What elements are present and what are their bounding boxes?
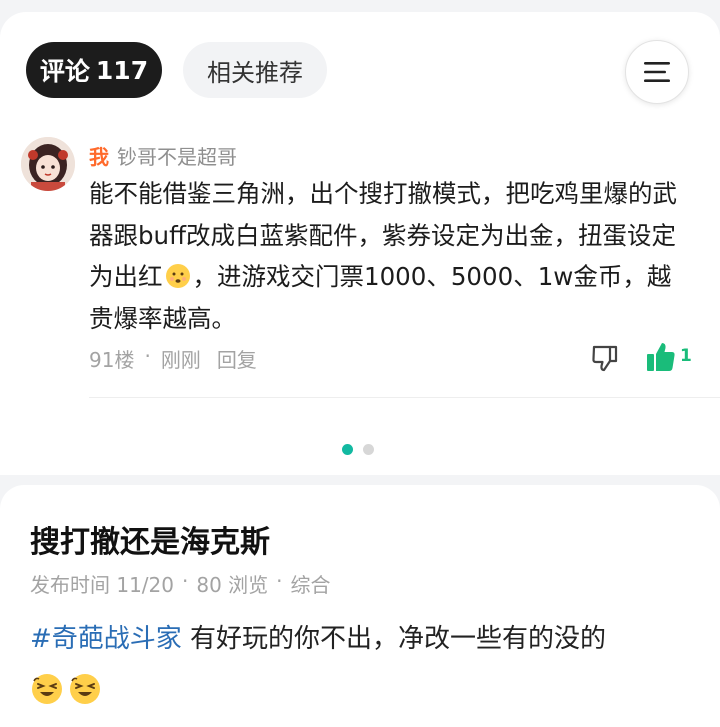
post-body: #奇葩战斗家 有好玩的你不出，净改一些有的没的 <box>30 616 710 662</box>
comment-floor: 91楼 <box>89 348 135 372</box>
meta-separator: · <box>144 344 151 368</box>
reply-button[interactable]: 回复 <box>217 344 257 373</box>
emoji-row <box>30 672 102 706</box>
divider <box>89 397 720 398</box>
meta-separator: · <box>182 569 189 593</box>
hamburger-menu-icon <box>644 62 670 82</box>
comment-author[interactable]: 我 <box>89 141 109 170</box>
post-category[interactable]: 综合 <box>291 569 331 598</box>
comment-time: 刚刚 <box>160 348 201 372</box>
tab-comments[interactable]: 评论 117 <box>26 42 162 98</box>
pager-dot[interactable] <box>363 444 374 455</box>
avatar[interactable] <box>21 137 75 191</box>
tab-comments-count: 117 <box>95 55 149 85</box>
post-body-text: 有好玩的你不出，净改一些有的没的 <box>181 624 607 654</box>
smirk-emoji-icon <box>165 264 190 288</box>
tab-related-label: 相关推荐 <box>207 58 303 87</box>
thumbs-down-icon[interactable] <box>589 342 621 374</box>
hashtag-link[interactable]: #奇葩战斗家 <box>30 624 182 654</box>
thumbs-up-icon[interactable] <box>644 340 678 374</box>
squint-laugh-emoji-icon <box>70 674 100 704</box>
like-count: 1 <box>680 346 692 366</box>
tab-related[interactable]: 相关推荐 <box>183 42 327 98</box>
tab-comments-label: 评论 <box>39 57 90 86</box>
post-title: 搜打撤还是海克斯 <box>30 525 270 560</box>
reply-to-user[interactable]: 钞哥不是超哥 <box>117 141 237 170</box>
comment-text: 能不能借鉴三角洲，出个搜打撤模式，把吃鸡里爆的武器跟buff改成白蓝紫配件，紫券… <box>89 173 689 339</box>
pager-dots <box>342 444 374 455</box>
menu-button[interactable] <box>625 40 689 104</box>
pager-dot-active[interactable] <box>342 444 353 455</box>
squint-laugh-emoji-icon <box>32 674 62 704</box>
post-publish-time: 发布时间 11/20 <box>30 573 174 597</box>
post-views: 80 浏览 <box>196 573 269 597</box>
meta-separator: · <box>276 569 283 593</box>
